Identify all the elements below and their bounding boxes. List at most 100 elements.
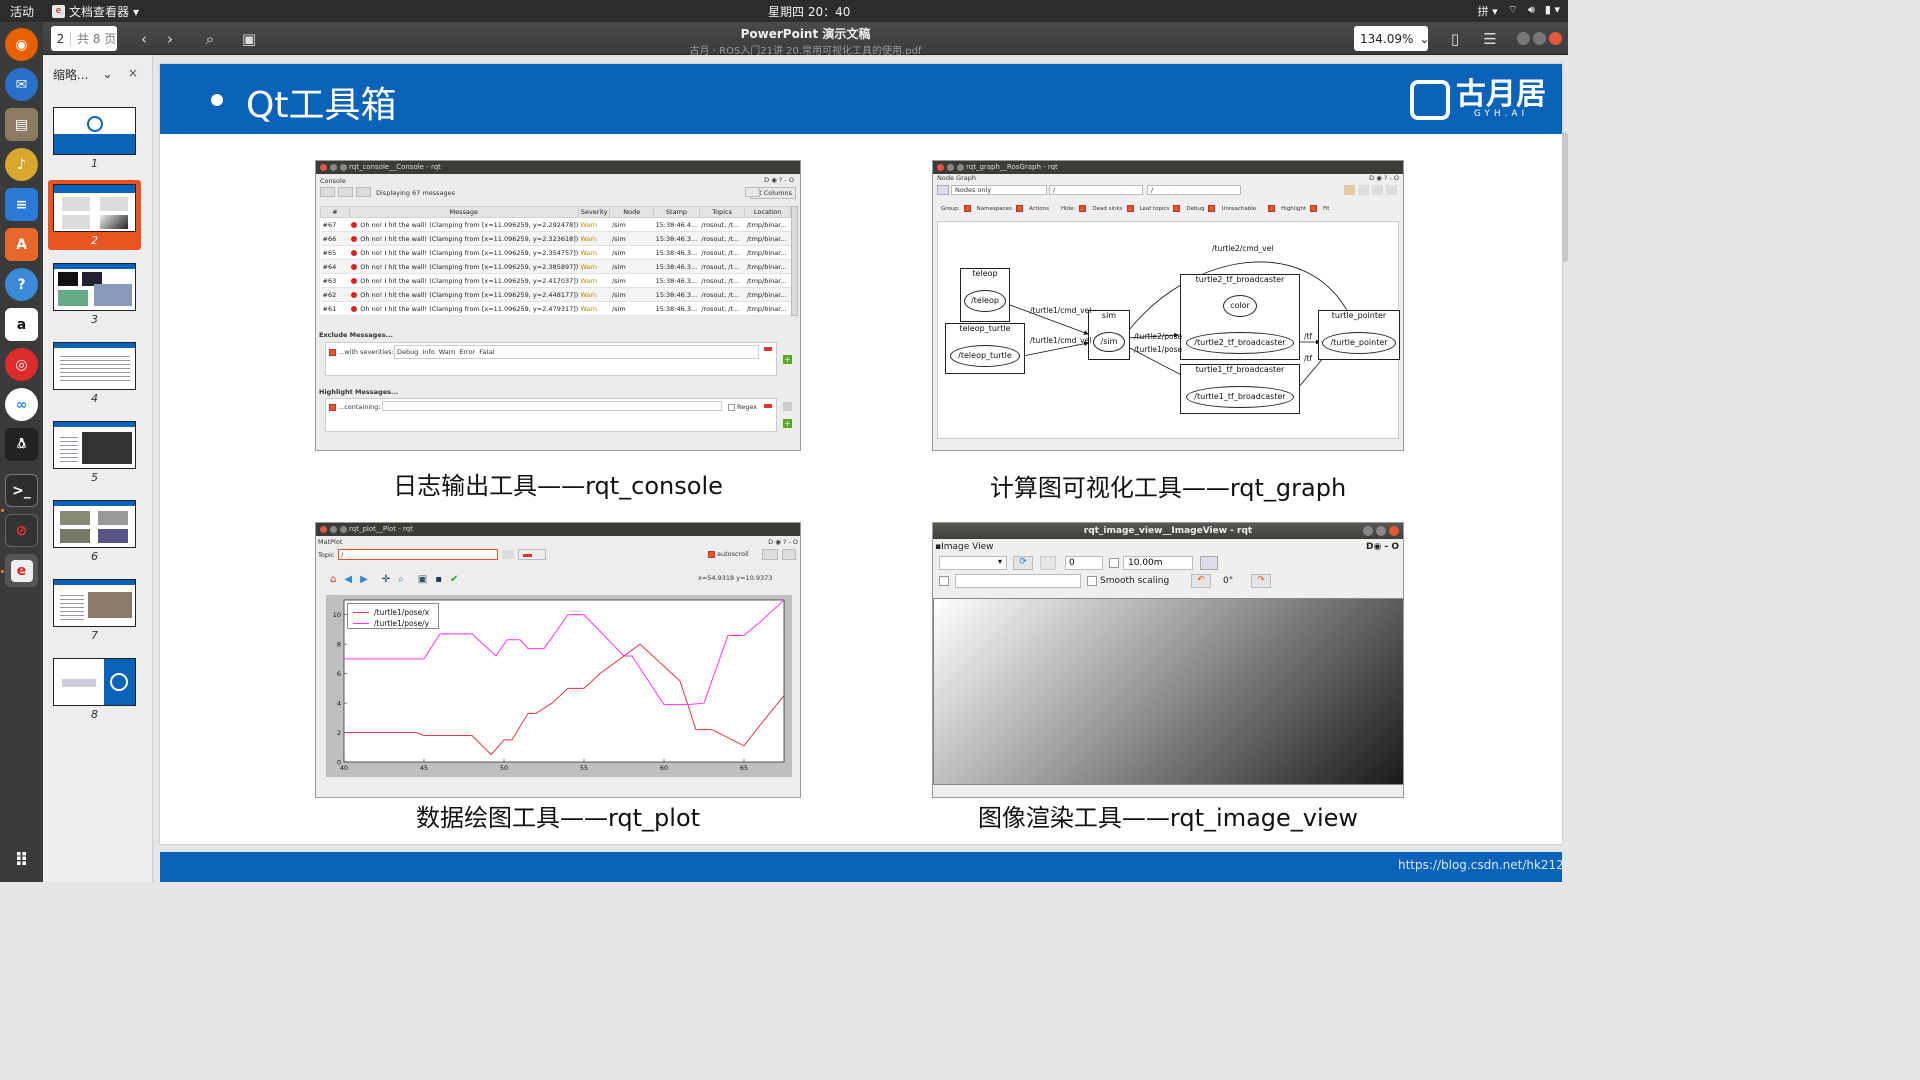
autoscroll-checkbox[interactable] [708,550,715,558]
highlight-config-icon[interactable] [783,402,792,411]
help-icon[interactable]: ? [5,268,38,301]
graph-node-color[interactable]: color [1223,295,1257,317]
rotate-left-icon[interactable]: ↶ [1191,574,1211,588]
panel-controls[interactable]: D◉ - O [1366,542,1399,552]
rhythmbox-icon[interactable]: ♪ [5,148,38,181]
topic-input[interactable]: / [338,549,498,560]
clear-icon[interactable] [782,549,796,560]
fit-checkbox[interactable] [1310,205,1317,212]
software-center-icon[interactable]: A [5,228,38,261]
terminal-icon[interactable]: >_ [5,474,38,507]
save-svg-icon[interactable] [1372,185,1383,195]
message-table[interactable]: # Message Severity Node Stamp Topics Loc… [320,206,791,316]
highlight-text-input[interactable] [382,401,722,411]
table-row[interactable]: #65 Oh no! I hit the wall! (Clamping from… [320,245,791,260]
min-value-spinbox[interactable]: 0 [1065,556,1103,570]
thunderbird-icon[interactable]: ✉ [5,68,38,101]
remove-filter-icon[interactable] [764,404,772,408]
thumbnail-page-3[interactable]: 3 [48,259,141,329]
netease-music-icon[interactable]: ◎ [5,348,38,381]
panel-controls[interactable]: D ◉ ? - O [764,176,794,184]
app-grid-icon[interactable]: ⠿ [5,844,38,877]
close-icon[interactable]: × [128,66,138,80]
column-header[interactable]: Location [744,206,791,218]
graph-node-turtle2-tf[interactable]: /turtle2_tf_broadcaster [1186,332,1294,354]
volume-icon[interactable]: 🔊︎ [1528,3,1535,19]
unreachable-checkbox[interactable] [1208,205,1216,212]
thumbnail-page-2[interactable]: 2 [48,180,141,250]
system-tray[interactable]: 拼 ▾ ⌔ 🔊︎ ▮ ▾ [1478,3,1560,19]
severity-warn[interactable]: Warn [439,348,456,356]
back-icon[interactable]: ◀ [344,574,352,585]
graph-node-turtle1-tf[interactable]: /turtle1_tf_broadcaster [1186,386,1294,408]
thumbnail-page-6[interactable]: 6 [48,496,141,566]
dead-sinks-checkbox[interactable] [1079,205,1087,212]
add-topic-icon[interactable] [502,550,514,559]
table-row[interactable]: #67 Oh no! I hit the wall! (Clamping from… [320,217,791,232]
thumbnail-page-8[interactable]: 8 [48,654,141,724]
column-header[interactable]: Message [348,206,579,218]
highlight-checkbox[interactable] [329,403,336,411]
refresh-icon[interactable] [937,185,949,195]
zoom-icon[interactable]: ⌕ [398,574,404,585]
graph-node-sim[interactable]: /sim [1093,332,1125,352]
regex-checkbox[interactable] [728,403,735,411]
network-icon[interactable]: ⌔ [1508,3,1518,19]
graph-node-teleop-turtle[interactable]: /teleop_turtle [950,345,1020,367]
chevron-down-icon[interactable]: ⌄ [102,67,112,81]
publish-topic-input[interactable] [955,574,1081,588]
sidebar-title[interactable]: 缩略... [53,66,88,83]
baidu-netdisk-icon[interactable]: ∞ [5,388,38,421]
panel-controls[interactable]: D ◉ ? - O [1369,174,1399,182]
add-filter-icon[interactable]: + [783,419,792,428]
minimize-button[interactable] [1517,32,1530,45]
libreoffice-writer-icon[interactable]: ≡ [5,188,38,221]
topic-filter-input[interactable]: / [1147,185,1241,195]
graph-mode-select[interactable]: Nodes only [951,185,1047,195]
table-scrollbar[interactable] [791,206,798,316]
actions-checkbox[interactable] [1015,205,1023,212]
save-dot-icon[interactable] [1358,185,1369,195]
namespace-filter-input[interactable]: / [1049,185,1143,195]
qq-icon[interactable]: 🐧︎ [5,428,38,461]
panel-controls[interactable]: D ◉ ? - O [768,538,798,546]
table-row[interactable]: #66 Oh no! I hit the wall! (Clamping from… [320,231,791,246]
thumbnail-page-1[interactable]: 1 [48,103,141,173]
check-icon[interactable]: ✔ [450,574,458,585]
image-display[interactable] [933,598,1403,785]
column-header[interactable]: # [320,206,350,218]
input-method-indicator[interactable]: 拼 ▾ [1478,3,1498,19]
app-menu[interactable]: e 文档查看器 ▾ [52,3,139,20]
document-scrollbar[interactable] [1562,132,1568,262]
remove-filter-icon[interactable] [764,347,772,351]
amazon-icon[interactable]: a [5,308,38,341]
pause-icon[interactable] [762,549,778,560]
topic-select[interactable]: ▾ [939,556,1007,570]
forward-icon[interactable]: ▶ [360,574,368,585]
configure-icon[interactable]: ▣ [418,574,427,585]
save-image-icon[interactable] [1386,185,1397,195]
column-header[interactable]: Node [609,206,655,218]
open-icon[interactable] [320,187,335,197]
zoom-select[interactable]: 134.09% ⌄ [1354,26,1429,51]
highlight-checkbox[interactable] [1268,205,1276,212]
smooth-toggle-checkbox[interactable] [1109,558,1119,568]
clear-icon[interactable] [745,187,760,197]
close-button[interactable] [1549,32,1562,45]
severity-fatal[interactable]: Fatal [479,348,494,356]
view-mode-icon[interactable]: ▯ [1442,26,1468,51]
rotate-right-icon[interactable]: ↷ [1251,574,1271,588]
save-icon[interactable]: ▪ [435,574,442,585]
column-header[interactable]: Severity [577,206,611,218]
menu-icon[interactable]: ☰ [1477,26,1503,51]
load-icon[interactable] [1344,185,1355,195]
table-row[interactable]: #62 Oh no! I hit the wall! (Clamping from… [320,287,791,302]
smooth-scaling-checkbox[interactable] [1087,576,1097,586]
zoom-icon[interactable] [1040,556,1056,570]
firefox-icon[interactable]: ◉ [5,28,38,61]
save-image-icon[interactable] [1200,556,1218,570]
clock[interactable]: 星期四 20：40 [768,3,850,20]
close-button[interactable] [1389,526,1399,536]
severity-info[interactable]: Info [422,348,434,356]
severity-debug[interactable]: Debug [397,348,418,356]
